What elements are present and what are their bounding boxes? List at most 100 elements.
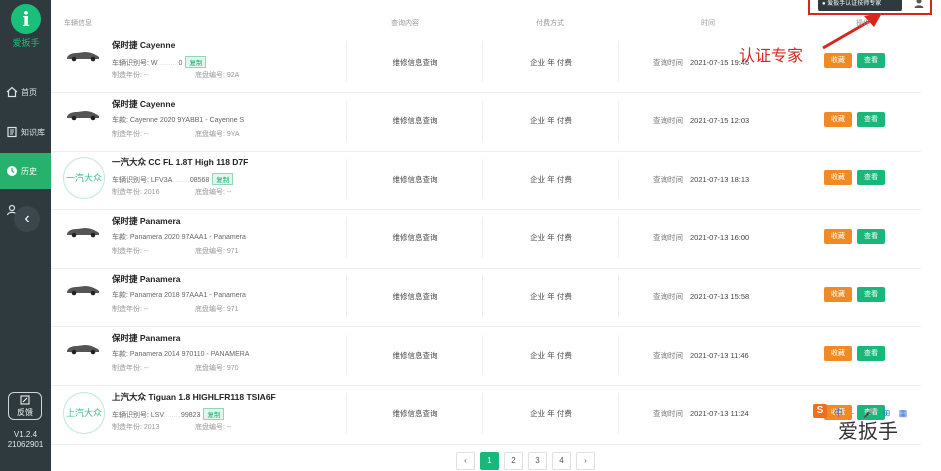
view-button[interactable]: 查看	[857, 287, 885, 303]
manufacture-year: 制造年份: 2013	[112, 423, 160, 431]
vehicle-line: 车辆识别号: W...........0 复制	[112, 56, 207, 68]
query-time: 2021-07-13 16:00	[690, 233, 750, 243]
column-header: 查询内容	[391, 20, 419, 27]
table-row: 保时捷 Panamera 车款: Panamera 2020 97AAA1 - P…	[51, 210, 921, 269]
sidebar-item-history[interactable]: 历史	[0, 153, 51, 189]
car-thumbnail	[65, 107, 101, 121]
time-label: 查询时间	[653, 174, 683, 184]
query-content: 维修信息查询	[346, 100, 483, 141]
vehicle-title: 保时捷 Cayenne	[112, 40, 176, 50]
query-time: 2021-07-15 19:46	[690, 57, 750, 67]
page-button[interactable]: 2	[504, 452, 523, 470]
page-button[interactable]: 1	[480, 452, 499, 470]
time-label: 查询时间	[653, 291, 683, 301]
vehicle-id-masked: ...........	[157, 60, 179, 67]
query-time-cell: 查询时间 2021-07-15 19:46	[618, 42, 793, 82]
logo-text: 爱扳手	[12, 38, 40, 48]
vehicle-id-masked: .........	[163, 411, 181, 419]
vehicle-id: 车辆识别号: LFV3A	[112, 177, 173, 185]
column-header: 车辆信息	[64, 20, 92, 27]
app-logo[interactable]: i 爱扳手	[6, 4, 46, 49]
payment-method: 企业 年 付费	[482, 276, 619, 317]
table-row: 上汽大众 上汽大众 Tiguan 1.8 HIGHLFR118 TSIA6F 车辆识…	[51, 386, 921, 445]
query-time-cell: 查询时间 2021-07-13 11:24	[618, 393, 793, 434]
vehicle-id-tail: 99823	[181, 411, 201, 419]
chassis-number: 底盘编号: 971	[195, 306, 239, 314]
next-page-button[interactable]: ›	[576, 452, 595, 470]
time-label: 查询时间	[653, 116, 683, 126]
column-header: 操作	[856, 20, 870, 27]
query-time-cell: 查询时间 2021-07-13 16:00	[618, 217, 793, 258]
manufacture-year: 制造年份: --	[112, 72, 149, 79]
chassis-number: 底盘编号: --	[195, 423, 232, 431]
vehicle-title: 上汽大众 Tiguan 1.8 HIGHLFR118 TSIA6F	[112, 391, 276, 402]
page-button[interactable]: 4	[552, 452, 571, 470]
car-thumbnail	[65, 48, 101, 62]
sidebar-item-home[interactable]: 首页	[0, 74, 51, 110]
table-row: 保时捷 Panamera 车款: Panamera 2018 97AAA1 - P…	[51, 268, 921, 328]
collapse-sidebar-button[interactable]: ‹	[14, 206, 40, 232]
prev-page-button[interactable]: ‹	[456, 452, 475, 470]
vehicle-meta: 制造年份: --	[112, 70, 149, 80]
vehicle-meta: 制造年份: 2013	[112, 422, 159, 432]
feedback-label: 反馈	[17, 408, 33, 417]
vehicle-meta: 制造年份: --	[112, 304, 149, 314]
view-button[interactable]: 查看	[857, 170, 885, 186]
view-button[interactable]: 查看	[857, 53, 885, 68]
time-label: 查询时间	[653, 57, 683, 67]
chassis-number: 底盘编号: 971	[195, 247, 239, 255]
table-row: 保时捷 Panamera 车款: Panamera 2014 970110 - P…	[51, 327, 921, 386]
feedback-button[interactable]: 反馈	[8, 392, 42, 420]
vehicle-title: 一汽大众 CC FL 1.8T High 118 D7F	[112, 157, 249, 168]
vehicle-line: 车辆识别号: LFV3A.........08568 复制	[112, 173, 234, 186]
favorite-button[interactable]: 收藏	[824, 228, 852, 244]
watermark-text: 爱扳手	[838, 421, 898, 443]
view-button[interactable]: 查看	[857, 346, 885, 361]
query-time: 2021-07-13 18:13	[690, 174, 750, 184]
table-row: 保时捷 Cayenne 车辆识别号: W...........0 复制制造年份: -…	[51, 34, 921, 93]
vehicle-meta: 制造年份: 2016	[112, 187, 159, 197]
vehicle-id-tail: 0	[178, 60, 183, 67]
logo-icon: i	[11, 4, 41, 34]
favorite-button[interactable]: 收藏	[824, 346, 852, 361]
vehicle-title: 保时捷 Cayenne	[112, 98, 176, 109]
sidebar: i 爱扳手 首页 知识库 历史 ‹ 反馈 V1.2.4 21062901	[0, 0, 51, 471]
view-button[interactable]: 查看	[857, 111, 885, 127]
manufacture-year: 制造年份: --	[112, 365, 149, 372]
query-time-cell: 查询时间 2021-07-13 15:58	[618, 276, 793, 317]
vehicle-meta: 制造年份: --	[112, 246, 149, 256]
favorite-button[interactable]: 收藏	[824, 53, 852, 68]
sidebar-item-label: 知识库	[21, 127, 45, 137]
car-thumbnail	[65, 224, 101, 238]
edit-icon	[20, 395, 30, 405]
payment-method: 企业 年 付费	[482, 100, 619, 141]
copy-button[interactable]: 复制	[185, 56, 207, 68]
copy-button[interactable]: 复制	[203, 407, 225, 420]
brand-logo: 一汽大众	[63, 157, 105, 200]
payment-method: 企业 年 付费	[482, 159, 619, 200]
favorite-button[interactable]: 收藏	[824, 170, 852, 186]
favorite-button[interactable]: 收藏	[824, 111, 852, 127]
vehicle-meta: 制造年份: --	[112, 363, 149, 373]
query-time: 2021-07-13 11:24	[690, 409, 749, 419]
copy-button[interactable]: 复制	[212, 173, 234, 186]
book-icon	[7, 126, 17, 138]
vehicle-meta: 制造年份: --	[112, 129, 149, 139]
query-time-cell: 查询时间 2021-07-13 11:46	[618, 335, 793, 375]
query-time: 2021-07-15 12:03	[690, 116, 750, 126]
favorite-button[interactable]: 收藏	[824, 287, 852, 303]
chevron-left-icon: ‹	[24, 210, 30, 227]
query-content: 维修信息查询	[346, 276, 483, 317]
page-button[interactable]: 3	[528, 452, 547, 470]
query-content: 维修信息查询	[346, 42, 483, 82]
chassis-number: 底盘编号: 92A	[195, 72, 240, 79]
view-button[interactable]: 查看	[857, 228, 885, 244]
vehicle-line: 车款: Panamera 2020 97AAA1 - Panamera	[112, 232, 246, 242]
history-icon	[7, 166, 17, 176]
vehicle-id-masked: .........	[172, 177, 190, 185]
vehicle-line: 车辆识别号: LSV.........99823 复制	[112, 407, 225, 420]
query-content: 维修信息查询	[346, 159, 483, 200]
column-header: 付费方式	[536, 20, 564, 27]
ime-logo-icon: S	[813, 404, 827, 418]
sidebar-item-knowledge[interactable]: 知识库	[0, 114, 51, 150]
